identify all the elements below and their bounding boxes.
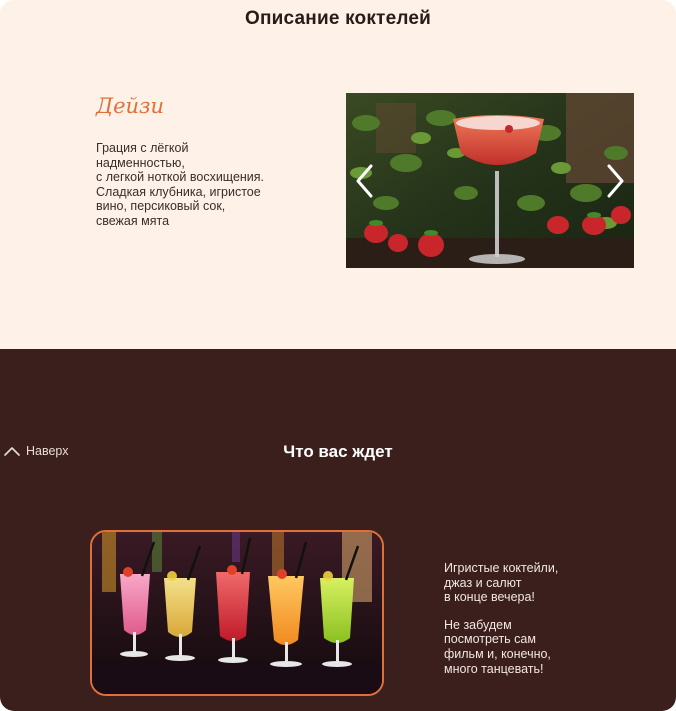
chevron-left-icon bbox=[356, 164, 373, 198]
event-info: Игристые коктейли, джаз и салют в конце … bbox=[444, 561, 634, 689]
event-info-paragraph: Игристые коктейли, джаз и салют в конце … bbox=[444, 561, 559, 605]
page: Описание коктелей Дейзи Грация с лёгкой … bbox=[0, 0, 676, 711]
event-info-paragraph: Не забудем посмотреть сам фильм и, конеч… bbox=[444, 617, 551, 676]
slider-next-button[interactable] bbox=[600, 161, 630, 201]
what-awaits-section: Наверх Что вас ждет Игристые коктейли, д… bbox=[0, 349, 676, 711]
cocktail-photo bbox=[346, 93, 634, 268]
cocktail-description: Грация с лёгкой надменностью, с легкой н… bbox=[96, 141, 265, 228]
cocktail-slider[interactable] bbox=[346, 93, 634, 268]
section-title: Что вас ждет bbox=[283, 442, 393, 461]
chevron-right-icon bbox=[607, 164, 624, 198]
cocktails-photo bbox=[92, 532, 382, 694]
slider-prev-button[interactable] bbox=[350, 161, 380, 201]
cocktail-name: Дейзи bbox=[96, 94, 165, 118]
cocktail-description-section: Описание коктелей Дейзи Грация с лёгкой … bbox=[0, 0, 676, 349]
cocktails-photo-frame bbox=[90, 530, 384, 696]
section-title: Описание коктелей bbox=[244, 8, 431, 29]
